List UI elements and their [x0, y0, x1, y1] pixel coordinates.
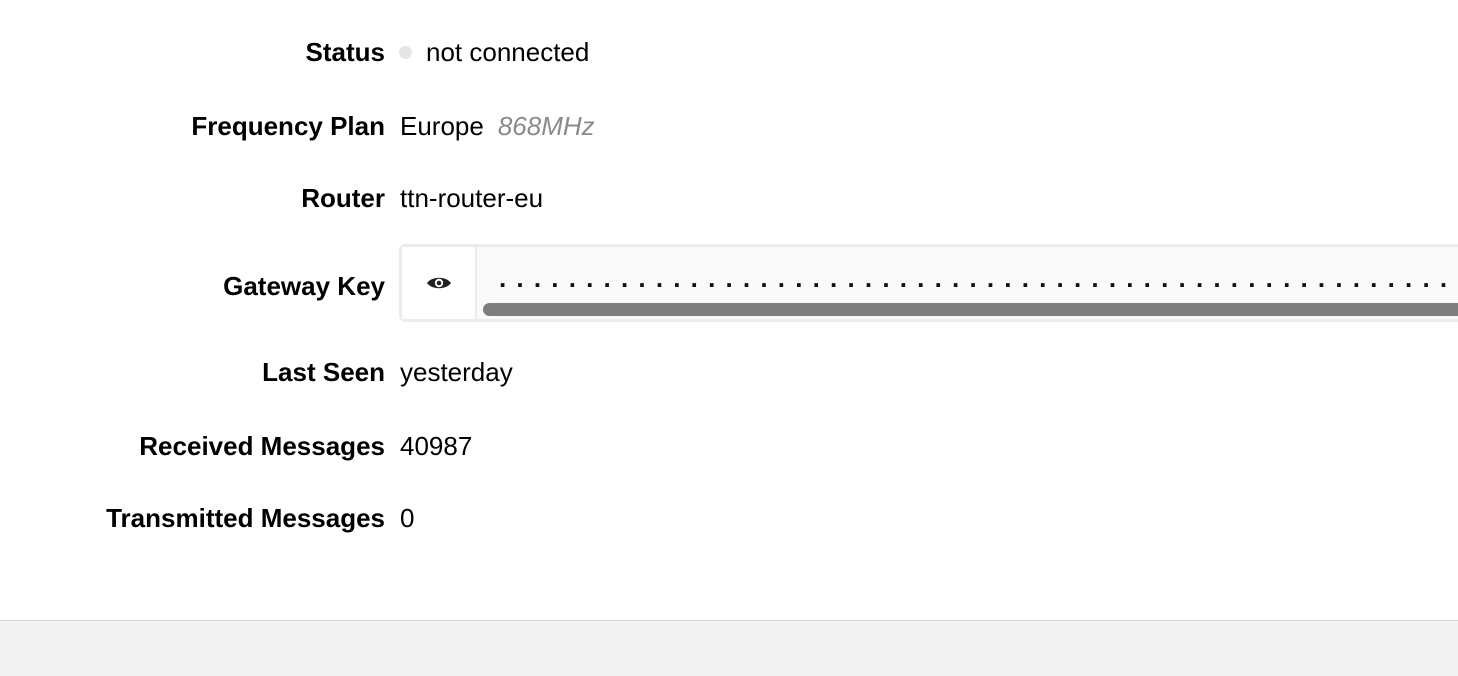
page-footer — [0, 621, 1458, 676]
gateway-overview-page: Status not connected Frequency Plan Euro… — [0, 0, 1458, 676]
router-value: ttn-router-eu — [400, 182, 544, 213]
reveal-key-button[interactable] — [402, 247, 477, 319]
gateway-key-label: Gateway Key — [223, 270, 385, 301]
status-label: Status — [305, 36, 385, 67]
frequency-plan-region: Europe — [400, 110, 484, 141]
transmitted-messages-row: Transmitted Messages 0 — [0, 498, 1458, 538]
status-text: not connected — [426, 36, 590, 67]
gateway-key-scrollbar[interactable] — [483, 303, 1458, 316]
gateway-key-field: ........................................… — [399, 244, 1458, 322]
gateway-info-panel: Status not connected Frequency Plan Euro… — [0, 0, 1458, 621]
frequency-plan-label: Frequency Plan — [191, 110, 385, 141]
gateway-key-masked-value: ........................................… — [499, 263, 1458, 293]
transmitted-messages-value: 0 — [400, 502, 415, 533]
received-messages-label: Received Messages — [139, 430, 385, 461]
last-seen-label: Last Seen — [262, 356, 385, 387]
received-messages-value: 40987 — [400, 430, 473, 461]
frequency-plan-row: Frequency Plan Europe 868MHz — [0, 106, 1458, 146]
last-seen-row: Last Seen yesterday — [0, 352, 1458, 392]
status-value: not connected — [385, 37, 589, 68]
router-label: Router — [301, 182, 385, 213]
frequency-plan-band: 868MHz — [497, 110, 595, 141]
router-row: Router ttn-router-eu — [0, 178, 1458, 218]
status-row: Status not connected — [0, 32, 1458, 72]
last-seen-value: yesterday — [400, 356, 513, 387]
received-messages-row: Received Messages 40987 — [0, 426, 1458, 466]
status-dot-icon — [399, 45, 412, 59]
gateway-key-input[interactable]: ........................................… — [477, 247, 1458, 319]
transmitted-messages-label: Transmitted Messages — [106, 502, 385, 533]
frequency-plan-value: Europe 868MHz — [400, 111, 595, 142]
eye-icon — [426, 277, 451, 289]
